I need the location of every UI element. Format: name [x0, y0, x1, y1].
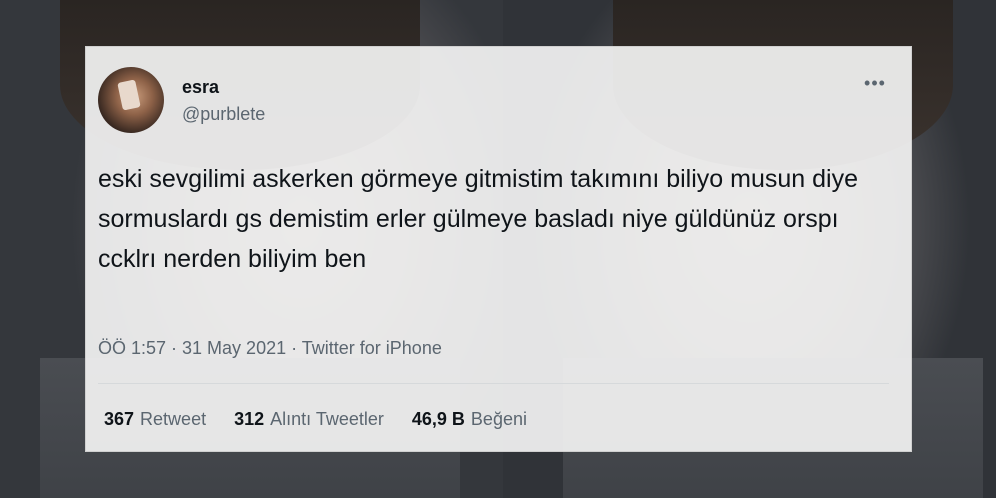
- avatar[interactable]: [98, 67, 164, 133]
- retweet-count[interactable]: 367 Retweet: [104, 409, 206, 430]
- stat-label: Alıntı Tweetler: [270, 409, 384, 429]
- tweet-text: eski sevgilimi askerken görmeye gitmisti…: [98, 165, 858, 273]
- stat-label: Beğeni: [470, 409, 527, 429]
- divider: [98, 383, 889, 384]
- display-name[interactable]: esra: [182, 77, 219, 98]
- tweet-meta[interactable]: ÖÖ 1:57 · 31 May 2021 · Twitter for iPho…: [98, 338, 442, 359]
- tweet-stats: 367 Retweet 312 Alıntı Tweetler 46,9 B B…: [104, 409, 527, 430]
- stat-number: 46,9 B: [411, 409, 465, 429]
- more-options-icon[interactable]: •••: [863, 71, 887, 95]
- phone-icon: [117, 79, 141, 111]
- like-count[interactable]: 46,9 B Beğeni: [412, 409, 527, 430]
- tweet-card: esra @purblete ••• eski sevgilimi askerk…: [85, 46, 912, 452]
- stat-number: 367: [104, 409, 135, 429]
- user-handle[interactable]: @purblete: [182, 104, 265, 125]
- stat-number: 312: [234, 409, 265, 429]
- quote-tweet-count[interactable]: 312 Alıntı Tweetler: [234, 409, 384, 430]
- stat-label: Retweet: [140, 409, 207, 429]
